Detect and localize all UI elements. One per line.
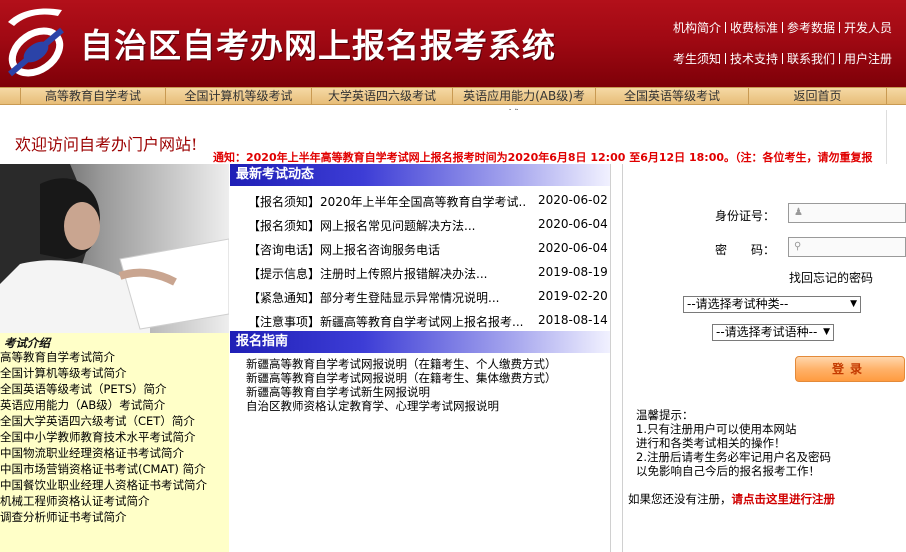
exam-type-select[interactable]: --请选择考试种类-- ▼ — [683, 296, 861, 313]
dropdown-arrow-icon: ▼ — [823, 327, 830, 337]
exam-intro-link[interactable]: 英语应用能力（AB级）考试简介 — [0, 397, 165, 413]
nav-self-study-exam[interactable]: 高等教育自学考试 — [20, 88, 166, 105]
exam-intro-link[interactable]: 中国市场营销资格证书考试(CMAT) 简介 — [0, 461, 206, 477]
exam-language-select[interactable]: --请选择考试语种-- ▼ — [712, 324, 834, 341]
news-title[interactable]: 【注意事项】新疆高等教育自学考试网上报名报考... — [248, 313, 526, 330]
nav-pets-exam[interactable]: 全国英语等级考试 — [596, 88, 749, 105]
nav-computer-exam[interactable]: 全国计算机等级考试 — [166, 88, 312, 105]
news-title[interactable]: 【报名须知】网上报名常见问题解决方法... — [248, 217, 526, 234]
student-photo-image — [0, 164, 229, 333]
top-links-row2: 考生须知 技术支持 联系我们 用户注册 — [673, 50, 892, 67]
exam-intro-link[interactable]: 全国计算机等级考试简介 — [0, 365, 127, 381]
exam-type-select-value: --请选择考试种类-- — [687, 297, 789, 311]
nav-english-ab-exam[interactable]: 英语应用能力(AB级)考 — [453, 88, 596, 105]
key-icon: ⚲ — [794, 241, 802, 252]
main-nav: 高等教育自学考试 全国计算机等级考试 大学英语四六级考试 英语应用能力(AB级)… — [0, 87, 906, 105]
exam-intro-link[interactable]: 调查分析师证书考试简介 — [0, 509, 127, 525]
news-date: 2020-06-04 — [538, 241, 608, 255]
news-title[interactable]: 【报名须知】2020年上半年全国高等教育自学考试... — [248, 193, 526, 210]
dropdown-arrow-icon: ▼ — [850, 299, 857, 309]
login-button[interactable]: 登录 — [795, 356, 905, 382]
nav-home[interactable]: 返回首页 — [749, 88, 887, 105]
news-date: 2020-06-04 — [538, 217, 608, 231]
exam-intro-link[interactable]: 中国餐饮业职业经理人资格证书考试简介 — [0, 477, 207, 493]
exam-intro-link[interactable]: 全国英语等级考试（PETS）简介 — [0, 381, 167, 397]
user-icon: ♟ — [794, 207, 803, 218]
register-link[interactable]: 请点击这里进行注册 — [732, 492, 836, 506]
news-title[interactable]: 【咨询电话】网上报名咨询服务电话 — [248, 241, 526, 258]
site-title: 自治区自考办网上报名报考系统 — [80, 26, 556, 65]
latest-news-heading: 最新考试动态 — [230, 164, 611, 186]
exam-intro-link[interactable]: 全国大学英语四六级考试（CET）简介 — [0, 413, 195, 429]
link-reference-data[interactable]: 参考数据 — [787, 21, 835, 35]
link-tech-support[interactable]: 技术支持 — [730, 52, 778, 66]
news-date: 2018-08-14 — [538, 313, 608, 327]
link-fee-standard[interactable]: 收费标准 — [730, 21, 778, 35]
notice-marquee-text: 通知：2020年上半年高等教育自学考试网上报名报考时间为2020年6月8日 12… — [213, 151, 873, 164]
top-links-row1: 机构简介 收费标准 参考数据 开发人员 — [673, 19, 892, 36]
exam-language-select-value: --请选择考试语种-- — [716, 325, 818, 339]
student-photo — [0, 164, 229, 333]
link-contact-us[interactable]: 联系我们 — [787, 52, 835, 66]
header-banner: 自治区自考办网上报名报考系统 机构简介 收费标准 参考数据 开发人员 考生须知 技术支持… — [0, 0, 906, 87]
registration-guide-heading: 报名指南 — [230, 331, 611, 353]
register-prefix: 如果您还没有注册， — [628, 492, 732, 506]
notice-marquee[interactable]: 通知：2020年上半年高等教育自学考试网上报名报考时间为2020年6月8日 12… — [213, 151, 906, 165]
welcome-text: 欢迎访问自考办门户网站! — [15, 135, 198, 154]
link-user-register[interactable]: 用户注册 — [844, 52, 892, 66]
exam-intro-link[interactable]: 中国物流职业经理资格证书考试简介 — [0, 445, 184, 461]
logo-icon — [8, 8, 64, 77]
news-title[interactable]: 【提示信息】注册时上传照片报错解决办法... — [248, 265, 526, 282]
news-date: 2019-08-19 — [538, 265, 608, 279]
news-title[interactable]: 【紧急通知】部分考生登陆显示异常情况说明... — [248, 289, 526, 306]
register-prompt: 如果您还没有注册，请点击这里进行注册 — [628, 491, 835, 507]
guide-link[interactable]: 自治区教师资格认定教育学、心理学考试网报说明 — [246, 398, 499, 414]
forgot-password-link[interactable]: 找回忘记的密码 — [789, 269, 873, 286]
link-candidate-notice[interactable]: 考生须知 — [673, 52, 721, 66]
exam-intro-link[interactable]: 机械工程师资格认证考试简介 — [0, 493, 150, 509]
id-number-label: 身份证号： — [715, 209, 776, 223]
password-label: 密 码： — [715, 243, 776, 257]
tip-line: 以免影响自己今后的报名报考工作！ — [636, 464, 820, 478]
nav-cet-exam[interactable]: 大学英语四六级考试 — [312, 88, 453, 105]
exam-intro-link[interactable]: 高等教育自学考试简介 — [0, 349, 115, 365]
exam-intro-link[interactable]: 全国中小学教师教育技术水平考试简介 — [0, 429, 196, 445]
link-developers[interactable]: 开发人员 — [844, 21, 892, 35]
news-date: 2019-02-20 — [538, 289, 608, 303]
column-divider — [610, 164, 611, 552]
link-org-intro[interactable]: 机构简介 — [673, 21, 721, 35]
news-date: 2020-06-02 — [538, 193, 608, 207]
